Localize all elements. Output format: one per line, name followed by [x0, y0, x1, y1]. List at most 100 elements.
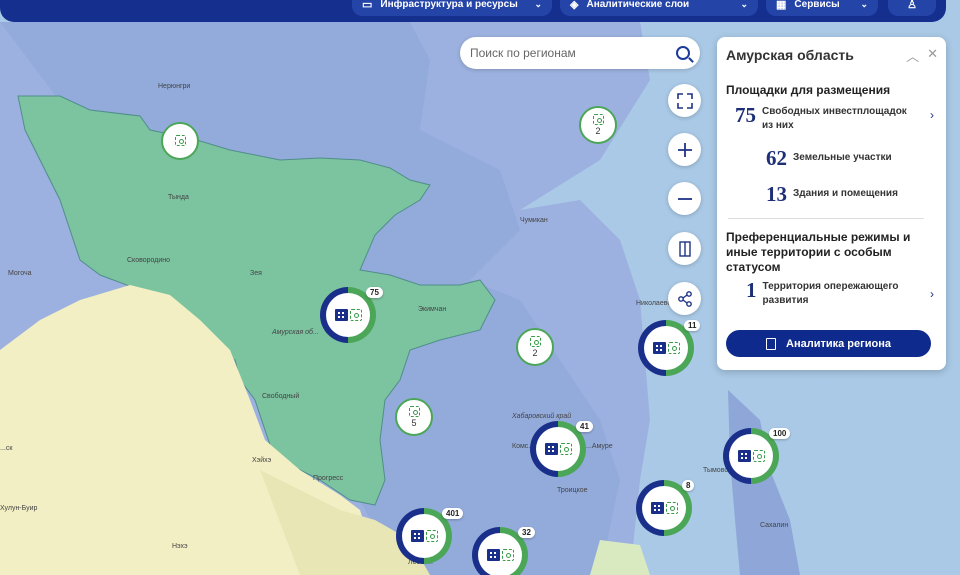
- panel-title: Амурская область: [726, 47, 854, 63]
- building-icon: [410, 530, 424, 542]
- share-icon: [677, 290, 692, 307]
- user-icon: ♙: [907, 0, 917, 11]
- document-icon: [766, 337, 777, 350]
- scan-icon: [592, 114, 604, 125]
- map-label-progress: Прогресс: [313, 475, 344, 482]
- map-label-neryungri: Нерюнгри: [158, 83, 191, 90]
- share-button[interactable]: [668, 282, 701, 315]
- search-input[interactable]: [470, 46, 676, 60]
- stack-icon: ◈: [570, 0, 579, 11]
- scan-icon: [501, 549, 514, 561]
- stat-free-number: 75: [735, 103, 756, 127]
- building-icon: [737, 450, 751, 462]
- layers-icon: ▭: [362, 0, 373, 11]
- user-button[interactable]: ♙: [888, 0, 936, 16]
- map-label-tynda: Тында: [168, 194, 189, 201]
- region-search: [460, 37, 700, 69]
- marker-count-badge: 100: [769, 428, 791, 439]
- scan-icon: [752, 450, 765, 462]
- grid-icon: ▦: [776, 0, 787, 11]
- fullscreen-button[interactable]: [668, 84, 701, 117]
- scan-icon: [174, 135, 186, 146]
- marker-count-badge: 11: [684, 320, 701, 331]
- stat-buildings: 13 Здания и помещения: [766, 182, 898, 206]
- chevron-right-icon[interactable]: ›: [930, 108, 934, 122]
- scan-icon: [408, 406, 420, 417]
- nav-infrastructure-label: Инфраструктура и ресурсы: [380, 0, 518, 10]
- region-analytics-label: Аналитика региона: [786, 337, 891, 350]
- map-label-heihe: Хэйхэ: [252, 457, 272, 464]
- section-sites-title: Площадки для размещения: [726, 83, 891, 97]
- building-icon: [334, 309, 348, 321]
- zone-marker[interactable]: 5: [395, 398, 433, 436]
- scan-icon: [665, 502, 678, 514]
- map-label-svobodny: Свободный: [262, 393, 300, 400]
- zoom-out-icon: [677, 197, 692, 200]
- stat-buildings-label: Здания и помещения: [793, 188, 898, 199]
- compare-button[interactable]: [668, 232, 701, 265]
- map-label-amure: ...Амуре: [586, 443, 613, 450]
- stat-land-label: Земельные участки: [793, 152, 892, 163]
- building-icon: [544, 443, 558, 455]
- zone-marker[interactable]: 2: [516, 328, 554, 366]
- zone-marker-count: 2: [595, 126, 601, 136]
- stat-free-label: Свободных инвестплощадок из них: [762, 106, 907, 131]
- map-label-mogocha: Могоча: [8, 270, 32, 277]
- zone-marker-count: 5: [411, 418, 417, 428]
- zoom-in-button[interactable]: [668, 133, 701, 166]
- stat-tor-label: Территория опережающего развития: [762, 281, 899, 306]
- map-label-kulun: Хулун-Буир: [0, 505, 38, 512]
- zoom-out-button[interactable]: [668, 182, 701, 215]
- map-label-amurskaya: Амурская об...: [272, 329, 319, 336]
- map-label-sakhalin: Сахалин: [760, 522, 789, 529]
- scan-icon: [559, 443, 572, 455]
- map-label-sk: ...ск: [0, 445, 13, 452]
- region-analytics-button[interactable]: Аналитика региона: [726, 330, 931, 357]
- fullscreen-icon: [676, 92, 693, 109]
- nav-services-button[interactable]: ▦ Сервисы ⌄: [766, 0, 878, 16]
- scan-icon: [349, 309, 362, 321]
- search-icon[interactable]: [676, 46, 690, 60]
- section-preferential-title: Преференциальные режимы и иные территори…: [726, 230, 911, 274]
- marker-count-badge: 32: [518, 527, 535, 538]
- marker-count-badge: 401: [442, 508, 464, 519]
- close-icon[interactable]: ✕: [927, 46, 938, 65]
- zoom-in-icon: [677, 142, 692, 157]
- zone-marker[interactable]: 2: [579, 106, 617, 144]
- stat-tor-number: 1: [746, 278, 757, 302]
- map-label-skovorodino: Сковородино: [127, 257, 171, 264]
- collapse-icon[interactable]: ︿: [906, 46, 919, 65]
- stat-land-number: 62: [766, 146, 787, 170]
- map-label-khabarovsk: Хабаровский край: [512, 413, 572, 420]
- map-label-chumikan: Чумикан: [520, 217, 548, 224]
- chevron-down-icon: ⌄: [534, 0, 542, 9]
- stat-buildings-number: 13: [766, 182, 787, 206]
- top-navigation: ▭ Инфраструктура и ресурсы ⌄ ◈ Аналитиче…: [0, 0, 946, 22]
- stat-tor[interactable]: 1 Территория опережающего развития: [746, 280, 916, 308]
- stat-free-sites[interactable]: 75 Свободных инвестплощадок из них: [735, 105, 915, 133]
- map-label-troitskoe: Троицкое: [557, 487, 588, 494]
- nav-infrastructure-button[interactable]: ▭ Инфраструктура и ресурсы ⌄: [352, 0, 552, 16]
- chevron-right-icon[interactable]: ›: [930, 287, 934, 301]
- nav-analytics-layers-button[interactable]: ◈ Аналитические слои ⌄: [560, 0, 758, 16]
- map-label-nehe: Нэхэ: [172, 543, 188, 550]
- scan-icon: [425, 530, 438, 542]
- marker-count-badge: 75: [366, 287, 383, 298]
- chevron-down-icon: ⌄: [860, 0, 868, 9]
- marker-count-badge: 41: [576, 421, 593, 432]
- scan-icon: [529, 336, 541, 347]
- building-icon: [652, 342, 666, 354]
- chevron-down-icon: ⌄: [740, 0, 748, 9]
- zone-marker-count: 2: [532, 348, 538, 358]
- building-icon: [486, 549, 500, 561]
- map-label-zeya: Зея: [250, 270, 262, 277]
- stat-land-plots: 62 Земельные участки: [766, 146, 892, 170]
- map-label-ekimchan: Экимчан: [418, 306, 447, 313]
- nav-analytics-layers-label: Аналитические слои: [586, 0, 690, 10]
- nav-services-label: Сервисы: [794, 0, 840, 10]
- compare-icon: [678, 240, 691, 257]
- zone-marker[interactable]: [161, 122, 199, 160]
- scan-icon: [667, 342, 680, 354]
- panel-divider: [728, 218, 924, 219]
- region-info-panel: Амурская область ︿ ✕ Площадки для размещ…: [717, 37, 946, 370]
